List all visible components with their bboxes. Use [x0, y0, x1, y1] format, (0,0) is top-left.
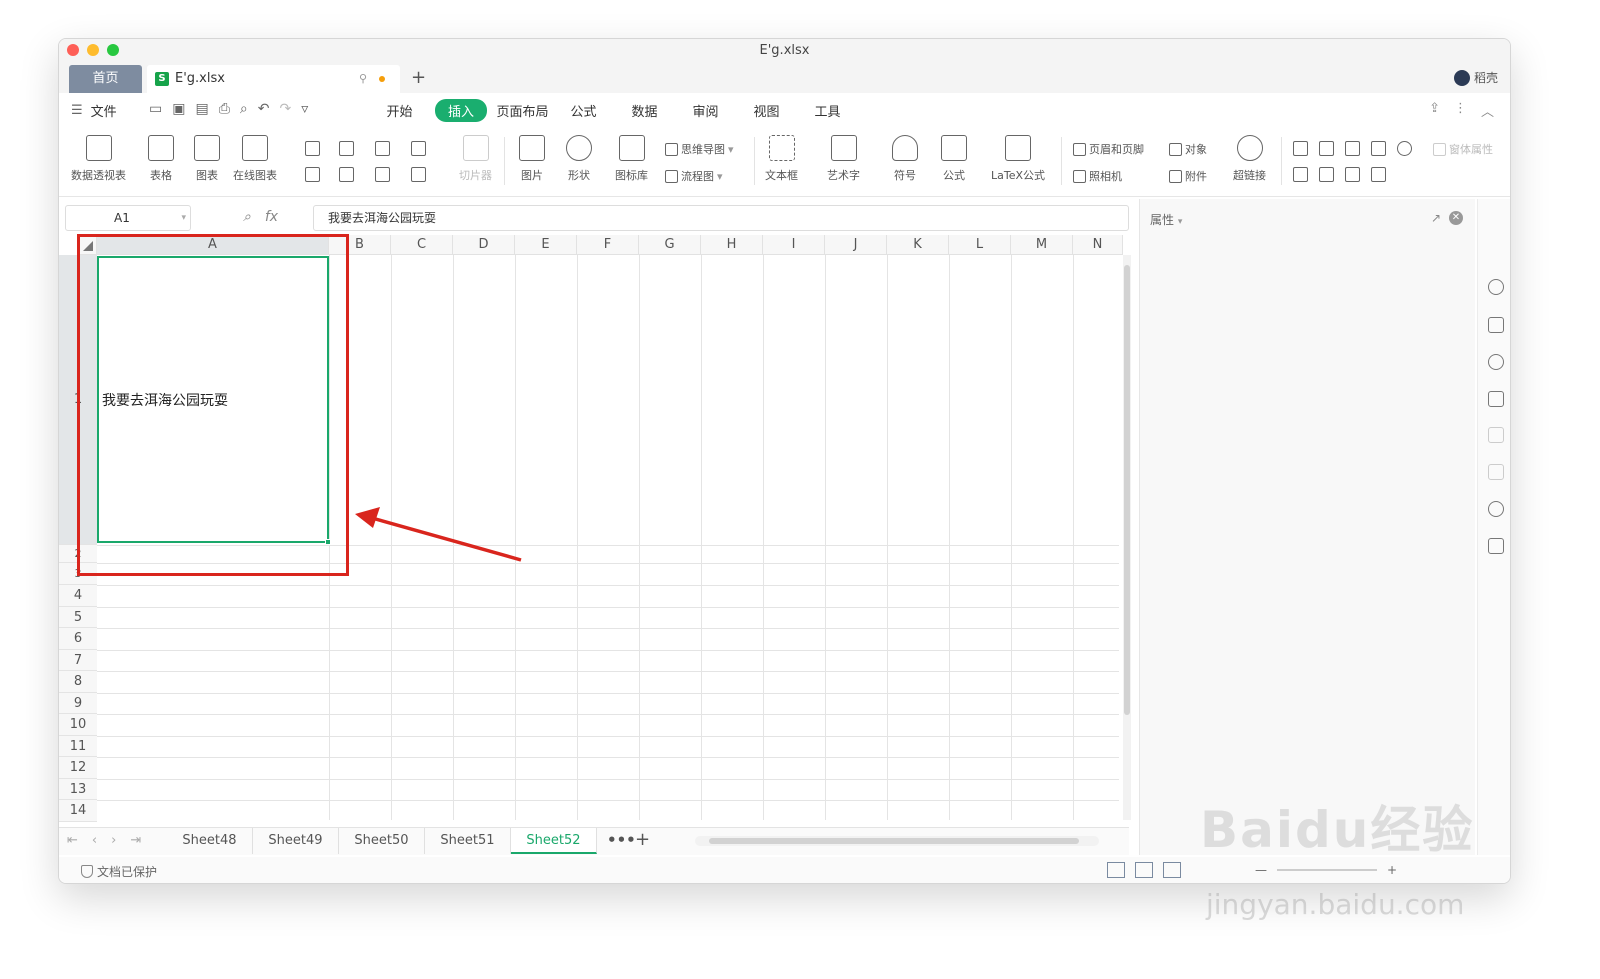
- annotation-arrow-line: [371, 516, 522, 562]
- watermark-url: jingyan.baidu.com: [1206, 888, 1465, 921]
- watermark-logo: Baidu经验: [1200, 801, 1475, 859]
- annotation-arrow-head: [355, 507, 380, 528]
